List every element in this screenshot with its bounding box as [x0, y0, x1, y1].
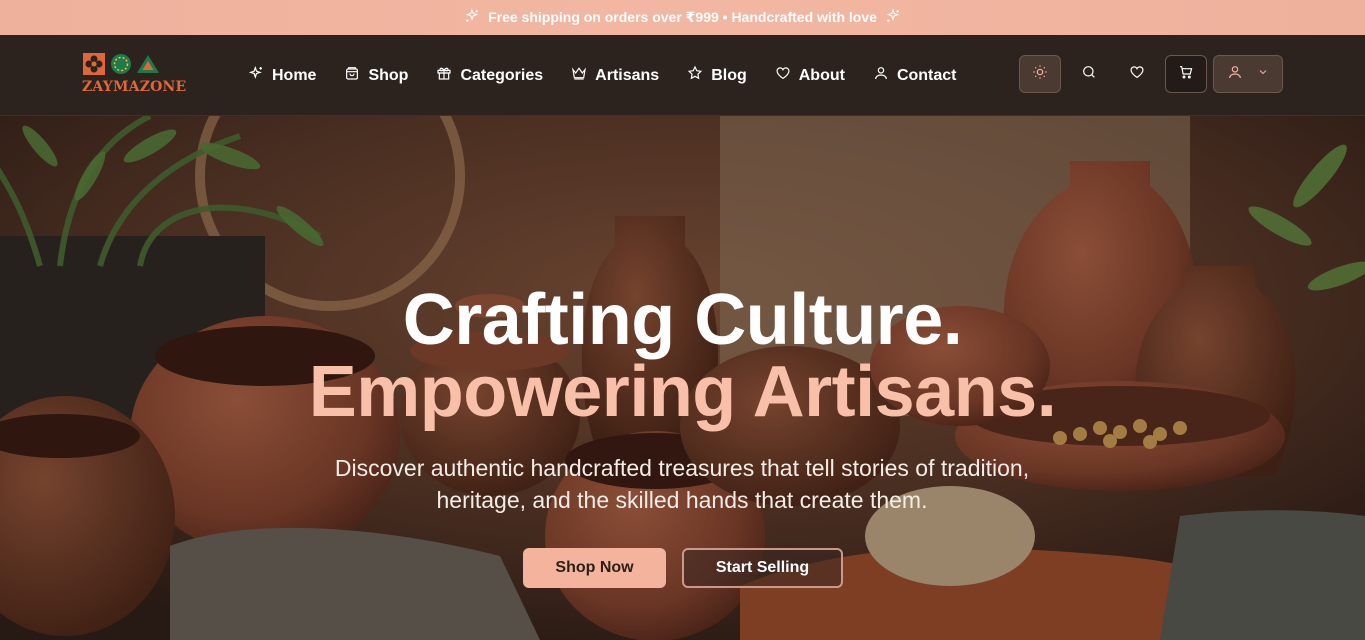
sparkles-icon	[248, 65, 264, 86]
nav-item-label: Blog	[711, 66, 747, 84]
nav-item-label: Artisans	[595, 66, 660, 84]
nav-item-artisans[interactable]: Artisans	[571, 65, 659, 86]
main-menu: Home Shop Categories Artisans Blog About…	[248, 35, 957, 116]
logo-triangle-mark	[137, 55, 159, 73]
shop-now-button[interactable]: Shop Now	[523, 548, 666, 588]
sparkles-icon	[464, 8, 480, 27]
sun-icon	[1032, 64, 1048, 85]
search-icon	[1081, 64, 1097, 85]
nav-item-label: Contact	[896, 66, 957, 84]
search-button[interactable]	[1068, 55, 1110, 93]
hero-subtitle: Discover authentic handcrafted treasures…	[334, 455, 1030, 513]
logo-circle-mark	[111, 54, 131, 74]
hero-title-line1: Crafting Culture.	[402, 280, 963, 360]
logo-marks	[82, 51, 182, 77]
logo-text: ZAYMAZONE	[82, 79, 187, 95]
wishlist-button[interactable]	[1116, 55, 1158, 93]
announcement-text: Free shipping on orders over ₹999 • Hand…	[488, 9, 877, 25]
nav-item-label: About	[798, 66, 845, 84]
nav-item-blog[interactable]: Blog	[687, 65, 747, 86]
cart-icon	[1178, 64, 1194, 85]
heart-icon	[775, 65, 791, 86]
star-icon	[687, 65, 703, 86]
nav-item-categories[interactable]: Categories	[436, 65, 543, 86]
chevron-down-icon	[1257, 65, 1269, 83]
nav-item-label: Home	[272, 66, 317, 84]
nav-item-home[interactable]: Home	[248, 65, 316, 86]
user-icon	[1227, 64, 1243, 85]
shopping-bag-icon	[344, 65, 360, 86]
nav-item-about[interactable]: About	[775, 65, 845, 86]
heart-icon	[1129, 64, 1145, 85]
hero-section: Crafting Culture. Empowering Artisans. D…	[0, 116, 1365, 640]
nav-item-label: Categories	[460, 66, 544, 84]
cart-button[interactable]	[1165, 55, 1207, 93]
hero-title-line2: Empowering Artisans.	[308, 352, 1057, 432]
theme-toggle-button[interactable]	[1019, 55, 1061, 93]
start-selling-button[interactable]: Start Selling	[682, 548, 843, 588]
main-navbar: ZAYMAZONE Home Shop Categories Artisans …	[0, 35, 1365, 116]
nav-item-contact[interactable]: Contact	[873, 65, 957, 86]
gift-icon	[436, 65, 452, 86]
crown-icon	[571, 65, 587, 86]
brand-logo[interactable]: ZAYMAZONE	[82, 51, 187, 99]
nav-item-shop[interactable]: Shop	[344, 65, 408, 86]
account-menu-button[interactable]	[1213, 55, 1283, 93]
announcement-bar: Free shipping on orders over ₹999 • Hand…	[0, 0, 1365, 35]
nav-item-label: Shop	[368, 66, 409, 84]
sparkles-icon	[885, 8, 901, 27]
logo-flower-mark	[83, 53, 105, 75]
user-icon	[873, 65, 889, 86]
